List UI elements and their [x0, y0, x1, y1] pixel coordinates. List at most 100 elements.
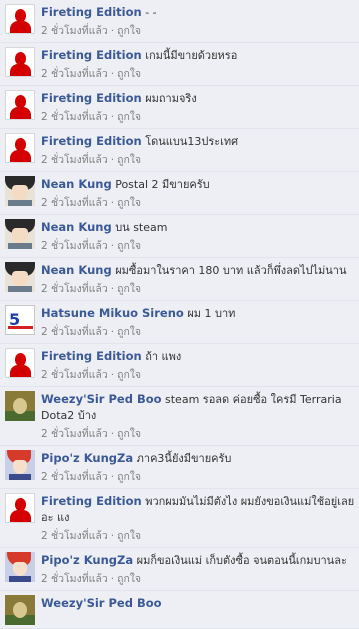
- comment-author-link[interactable]: Weezy'Sir Ped Boo: [41, 392, 162, 406]
- meta-separator: ·: [110, 25, 115, 37]
- comment-timestamp[interactable]: 2 ชั่วโมงที่แล้ว: [41, 369, 108, 381]
- meta-separator: ·: [110, 68, 115, 80]
- meta-separator: ·: [110, 530, 115, 542]
- meta-separator: ·: [110, 283, 115, 295]
- comment-timestamp[interactable]: 2 ชั่วโมงที่แล้ว: [41, 283, 108, 295]
- comment-author-link[interactable]: Fireting Edition: [41, 494, 142, 508]
- like-link[interactable]: ถูกใจ: [117, 240, 141, 252]
- comment-timestamp[interactable]: 2 ชั่วโมงที่แล้ว: [41, 530, 108, 542]
- comment-meta: 2 ชั่วโมงที่แล้ว · ถูกใจ: [41, 66, 355, 82]
- comment-body: Nean Kung Postal 2 มีขายครับ 2 ชั่วโมงที…: [41, 176, 359, 211]
- comment-author-link[interactable]: Fireting Edition: [41, 48, 142, 62]
- comment-author-link[interactable]: Hatsune Mikuo Sireno: [41, 306, 184, 320]
- comment-meta: 2 ชั่วโมงที่แล้ว · ถูกใจ: [41, 571, 355, 587]
- comment-item: Weezy'Sir Ped Boo: [0, 591, 359, 629]
- comment-body: Fireting Edition โดนแบน13ประเทศ 2 ชั่วโม…: [41, 133, 359, 168]
- avatar-red-silhouette[interactable]: [5, 348, 35, 378]
- comment-timestamp[interactable]: 2 ชั่วโมงที่แล้ว: [41, 240, 108, 252]
- comment-timestamp[interactable]: 2 ชั่วโมงที่แล้ว: [41, 326, 108, 338]
- avatar-weezy[interactable]: [5, 391, 35, 421]
- comment-timestamp[interactable]: 2 ชั่วโมงที่แล้ว: [41, 68, 108, 80]
- comment-meta: 2 ชั่วโมงที่แล้ว · ถูกใจ: [41, 528, 355, 544]
- like-link[interactable]: ถูกใจ: [117, 197, 141, 209]
- like-link[interactable]: ถูกใจ: [117, 283, 141, 295]
- comment-timestamp[interactable]: 2 ชั่วโมงที่แล้ว: [41, 25, 108, 37]
- comment-meta: 2 ชั่วโมงที่แล้ว · ถูกใจ: [41, 367, 355, 383]
- comment-author-link[interactable]: Nean Kung: [41, 177, 112, 191]
- like-link[interactable]: ถูกใจ: [117, 369, 141, 381]
- like-link[interactable]: ถูกใจ: [117, 154, 141, 166]
- comment-timestamp[interactable]: 2 ชั่วโมงที่แล้ว: [41, 573, 108, 585]
- comment-meta: 2 ชั่วโมงที่แล้ว · ถูกใจ: [41, 152, 355, 168]
- comment-item: Pipo'z KungZa ผมก็ขอเงินแม่ เก็บตังซื้อ …: [0, 548, 359, 591]
- like-link[interactable]: ถูกใจ: [117, 573, 141, 585]
- comment-timestamp[interactable]: 2 ชั่วโมงที่แล้ว: [41, 428, 108, 440]
- avatar-red-silhouette[interactable]: [5, 133, 35, 163]
- comment-item: Weezy'Sir Ped Boo steam รอลด ค่อยซื้อ ใค…: [0, 387, 359, 446]
- meta-separator: ·: [110, 326, 115, 338]
- comment-body: Fireting Edition - - 2 ชั่วโมงที่แล้ว · ถู…: [41, 4, 359, 39]
- avatar-anime-boy[interactable]: [5, 219, 35, 249]
- comment-author-link[interactable]: Pipo'z KungZa: [41, 451, 133, 465]
- like-link[interactable]: ถูกใจ: [117, 25, 141, 37]
- meta-separator: ·: [110, 369, 115, 381]
- comment-author-link[interactable]: Pipo'z KungZa: [41, 553, 133, 567]
- avatar-pipo[interactable]: [5, 450, 35, 480]
- comment-item: Fireting Edition โดนแบน13ประเทศ 2 ชั่วโม…: [0, 129, 359, 172]
- comment-text: ภาค3นี้ยังมีขายครับ: [136, 452, 232, 465]
- comment-body: Weezy'Sir Ped Boo steam รอลด ค่อยซื้อ ใค…: [41, 391, 359, 442]
- comment-list: Fireting Edition - - 2 ชั่วโมงที่แล้ว · ถู…: [0, 0, 359, 629]
- avatar-pipo[interactable]: [5, 552, 35, 582]
- comment-author-link[interactable]: Weezy'Sir Ped Boo: [41, 596, 162, 610]
- avatar-red-silhouette[interactable]: [5, 493, 35, 523]
- comment-author-link[interactable]: Nean Kung: [41, 220, 112, 234]
- comment-author-link[interactable]: Fireting Edition: [41, 91, 142, 105]
- comment-timestamp[interactable]: 2 ชั่วโมงที่แล้ว: [41, 197, 108, 209]
- comment-item: Nean Kung ผมซื้อมาในราคา 180 บาท แล้วก็พ…: [0, 258, 359, 301]
- comment-meta: 2 ชั่วโมงที่แล้ว · ถูกใจ: [41, 324, 355, 340]
- meta-separator: ·: [110, 573, 115, 585]
- comment-text: ถ้า แพง: [145, 350, 182, 363]
- comment-timestamp[interactable]: 2 ชั่วโมงที่แล้ว: [41, 154, 108, 166]
- comment-body: Fireting Edition พวกผมมันไม่มีตังไง ผมยั…: [41, 493, 359, 544]
- avatar-red-silhouette[interactable]: [5, 4, 35, 34]
- comment-meta: 2 ชั่วโมงที่แล้ว · ถูกใจ: [41, 238, 355, 254]
- like-link[interactable]: ถูกใจ: [117, 68, 141, 80]
- comment-body: Pipo'z KungZa ภาค3นี้ยังมีขายครับ 2 ชั่ว…: [41, 450, 359, 485]
- like-link[interactable]: ถูกใจ: [117, 530, 141, 542]
- like-link[interactable]: ถูกใจ: [117, 326, 141, 338]
- comment-item: 5 Hatsune Mikuo Sireno ผม 1 บาท 2 ชั่วโม…: [0, 301, 359, 344]
- meta-separator: ·: [110, 471, 115, 483]
- avatar-anime-boy[interactable]: [5, 262, 35, 292]
- comment-item: Nean Kung Postal 2 มีขายครับ 2 ชั่วโมงที…: [0, 172, 359, 215]
- comment-body: Hatsune Mikuo Sireno ผม 1 บาท 2 ชั่วโมงท…: [41, 305, 359, 340]
- like-link[interactable]: ถูกใจ: [117, 428, 141, 440]
- comment-timestamp[interactable]: 2 ชั่วโมงที่แล้ว: [41, 111, 108, 123]
- meta-separator: ·: [110, 111, 115, 123]
- comment-item: Fireting Edition ถ้า แพง 2 ชั่วโมงที่แล้…: [0, 344, 359, 387]
- like-link[interactable]: ถูกใจ: [117, 471, 141, 483]
- avatar-weezy[interactable]: [5, 595, 35, 625]
- comment-meta: 2 ชั่วโมงที่แล้ว · ถูกใจ: [41, 426, 355, 442]
- avatar-red-silhouette[interactable]: [5, 90, 35, 120]
- meta-separator: ·: [110, 240, 115, 252]
- comment-timestamp[interactable]: 2 ชั่วโมงที่แล้ว: [41, 471, 108, 483]
- comment-author-link[interactable]: Fireting Edition: [41, 134, 142, 148]
- comment-meta: 2 ชั่วโมงที่แล้ว · ถูกใจ: [41, 281, 355, 297]
- comment-text: ผม 1 บาท: [187, 307, 236, 320]
- avatar-anime-boy[interactable]: [5, 176, 35, 206]
- comment-author-link[interactable]: Fireting Edition: [41, 349, 142, 363]
- comment-body: Fireting Edition ถ้า แพง 2 ชั่วโมงที่แล้…: [41, 348, 359, 383]
- like-link[interactable]: ถูกใจ: [117, 111, 141, 123]
- comment-meta: 2 ชั่วโมงที่แล้ว · ถูกใจ: [41, 109, 355, 125]
- avatar-red-silhouette[interactable]: [5, 47, 35, 77]
- comment-meta: 2 ชั่วโมงที่แล้ว · ถูกใจ: [41, 469, 355, 485]
- comment-author-link[interactable]: Fireting Edition: [41, 5, 142, 19]
- comment-body: Weezy'Sir Ped Boo: [41, 595, 359, 612]
- comment-text: ผมซื้อมาในราคา 180 บาท แล้วก็พึ่งลดไปไม่…: [115, 264, 347, 277]
- comment-item: Nean Kung บน steam 2 ชั่วโมงที่แล้ว · ถูกใ…: [0, 215, 359, 258]
- comment-text: ผมก็ขอเงินแม่ เก็บตังซื้อ จนตอนนี้เกมบาน…: [136, 554, 347, 567]
- avatar-hatsune[interactable]: 5: [5, 305, 35, 335]
- comment-body: Nean Kung บน steam 2 ชั่วโมงที่แล้ว · ถูกใ…: [41, 219, 359, 254]
- comment-author-link[interactable]: Nean Kung: [41, 263, 112, 277]
